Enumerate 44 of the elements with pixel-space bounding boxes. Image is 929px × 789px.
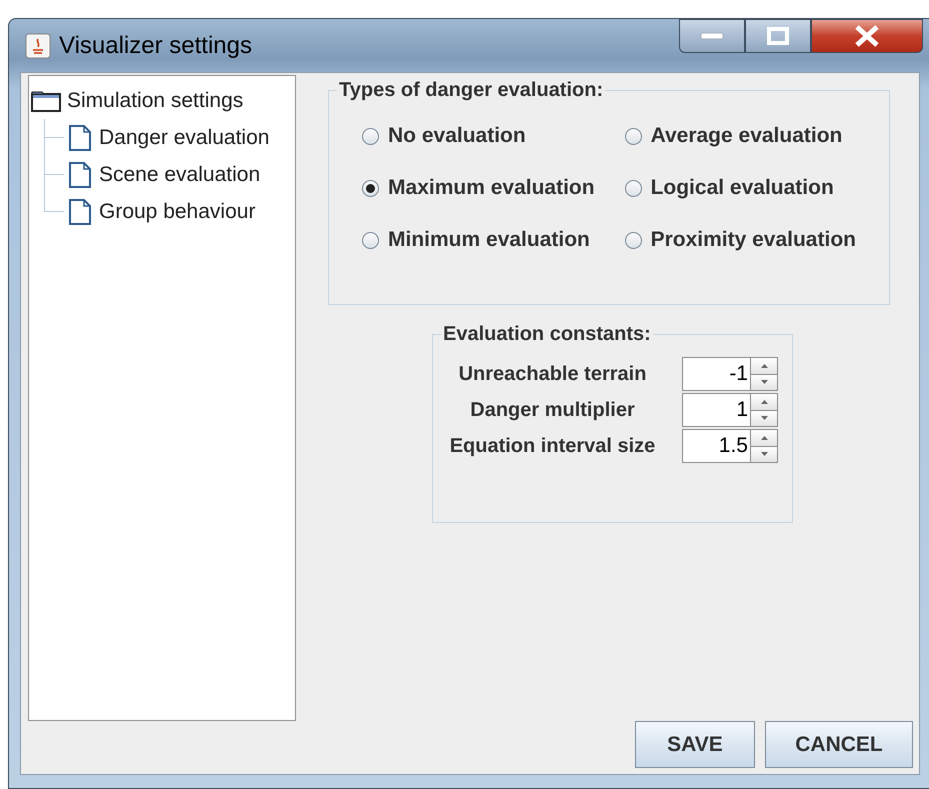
spin-up-button[interactable]: [751, 394, 777, 410]
minimize-button[interactable]: [679, 19, 745, 53]
spin-up-button[interactable]: [751, 430, 777, 446]
cancel-button[interactable]: CANCEL: [765, 721, 913, 768]
radio-option[interactable]: Maximum evaluation: [362, 176, 595, 200]
radio-option[interactable]: No evaluation: [362, 124, 595, 148]
tree-item[interactable]: Scene evaluation: [99, 162, 260, 186]
spin-up-button[interactable]: [751, 358, 777, 374]
app-icon: [25, 32, 51, 58]
up-arrow-icon: [760, 400, 768, 404]
field-label: Danger multiplier: [469, 398, 636, 422]
radio-option[interactable]: Average evaluation: [624, 124, 856, 148]
number-field[interactable]: 1: [682, 393, 750, 427]
maximize-button[interactable]: [745, 19, 811, 53]
down-arrow-icon: [760, 416, 768, 420]
spin-down-button[interactable]: [751, 410, 777, 426]
up-arrow-icon: [760, 436, 768, 440]
up-arrow-icon: [760, 364, 768, 368]
radio-option[interactable]: Minimum evaluation: [362, 228, 595, 252]
folder-icon: [31, 90, 61, 112]
maximize-icon: [767, 27, 789, 45]
tree-item[interactable]: Danger evaluation: [99, 126, 270, 150]
save-button[interactable]: SAVE: [635, 721, 755, 768]
tree-item[interactable]: Simulation settings: [67, 88, 244, 112]
number-field[interactable]: 1.5: [682, 429, 750, 463]
down-arrow-icon: [760, 452, 768, 456]
group-title: Types of danger evaluation:: [338, 79, 604, 102]
document-icon: [69, 162, 91, 188]
field-label: Unreachable terrain: [458, 362, 648, 386]
radio-option[interactable]: Proximity evaluation: [624, 228, 856, 252]
tree-item[interactable]: Group behaviour: [99, 200, 256, 224]
close-button[interactable]: [811, 19, 923, 53]
spin-down-button[interactable]: [751, 446, 777, 462]
number-field[interactable]: -1: [682, 357, 750, 391]
field-label: Equation interval size: [448, 434, 656, 458]
radio-option[interactable]: Logical evaluation: [624, 176, 856, 200]
close-icon: [854, 25, 880, 47]
document-icon: [69, 124, 91, 150]
document-icon: [69, 198, 91, 224]
down-arrow-icon: [760, 380, 768, 384]
group-title: Evaluation constants:: [442, 323, 652, 346]
spin-down-button[interactable]: [751, 374, 777, 390]
window-title: Visualizer settings: [59, 32, 252, 60]
minimize-icon: [701, 33, 723, 39]
